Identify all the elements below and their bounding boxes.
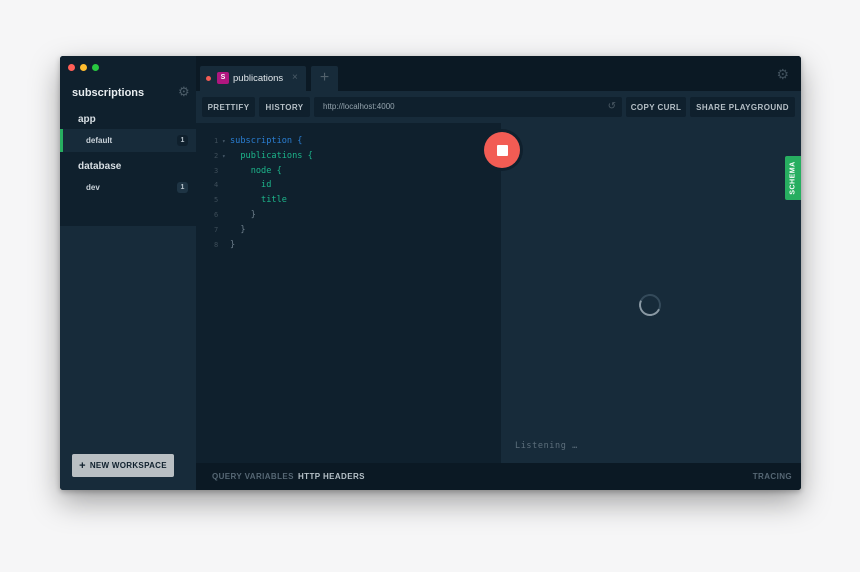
maximize-window-button[interactable] [92,64,99,71]
code-text: title [261,195,287,206]
code-line: 6 } [214,209,256,220]
code-line: 8} [214,239,236,250]
code-line: 1 ▾ subscription { [214,136,303,146]
new-workspace-button[interactable]: + NEW WORKSPACE [72,454,174,477]
gear-icon[interactable]: ⚙ [178,85,190,98]
tracing-tab[interactable]: TRACING [753,472,792,481]
sidebar-item-default[interactable]: default 1 [60,129,196,152]
http-headers-tab[interactable]: HTTP HEADERS [298,472,365,481]
sidebar: subscriptions ⚙ app default 1 database d… [60,56,196,490]
code-line: 2 ▾ publications { [214,150,313,161]
code-line: 7 } [214,224,246,235]
loading-spinner-icon [635,290,665,320]
tab-publications[interactable]: S publications × [200,66,306,91]
code-text: } [230,239,236,250]
project-app[interactable]: app [78,114,96,125]
query-variables-tab[interactable]: QUERY VARIABLES [212,472,294,481]
bottom-bar: QUERY VARIABLES HTTP HEADERS TRACING [196,463,801,490]
schema-tab[interactable]: SCHEMA [785,156,801,200]
stage-count-badge: 1 [177,182,188,193]
endpoint-url-value: http://localhost:4000 [323,102,395,111]
stage-count-badge: 1 [177,135,188,146]
code-line: 4 id [214,180,272,191]
code-text: id [261,180,272,191]
fold-arrow-icon[interactable]: ▾ [222,153,230,160]
query-editor[interactable]: 1 ▾ subscription { 2 ▾ publications { 3 nod… [196,123,501,463]
playground-window: subscriptions ⚙ app default 1 database d… [60,56,801,490]
endpoint-url-input[interactable]: http://localhost:4000 ↺ [314,97,622,117]
reload-icon[interactable]: ↺ [608,97,616,117]
stop-subscription-button[interactable] [481,129,523,171]
project-database[interactable]: database [78,161,121,172]
code-text: publications { [240,150,313,161]
stage-label: dev [86,183,100,192]
tab-title: publications [233,73,284,84]
code-line: 5 title [214,195,287,206]
unsaved-status-dot [206,76,211,81]
toolbar: PRETTIFY HISTORY http://localhost:4000 ↺… [196,91,801,123]
stage-label: default [86,136,113,145]
window-controls [68,64,99,71]
history-button[interactable]: HISTORY [259,97,310,117]
main-area: S publications × + ⚙ PRETTIFY HISTORY ht… [196,56,801,490]
prettify-button[interactable]: PRETTIFY [202,97,255,117]
code-line: 3 node { [214,165,282,176]
close-icon[interactable]: × [292,72,298,83]
schema-label: SCHEMA [789,161,797,195]
subscription-badge: S [217,72,229,84]
workspace-title: subscriptions [72,87,145,99]
listening-status: Listening … [515,441,578,451]
close-window-button[interactable] [68,64,75,71]
stop-icon [496,144,508,156]
code-text: node { [250,165,282,176]
code-text: subscription { [230,136,303,146]
settings-gear-icon[interactable]: ⚙ [776,66,789,83]
share-playground-button[interactable]: SHARE PLAYGROUND [690,97,795,117]
fold-arrow-icon[interactable]: ▾ [222,138,230,145]
new-workspace-label: NEW WORKSPACE [89,461,167,470]
code-text: } [240,224,246,235]
sidebar-item-dev[interactable]: dev 1 [60,176,196,199]
code-lines: 1 ▾ subscription { 2 ▾ publications { 3 nod… [214,136,313,254]
tab-bar: S publications × + ⚙ [196,56,801,91]
plus-icon: + [79,459,86,472]
add-tab-button[interactable]: + [311,66,338,91]
copy-curl-button[interactable]: COPY CURL [626,97,686,117]
result-pane: SCHEMA Listening … [501,123,801,463]
minimize-window-button[interactable] [80,64,87,71]
code-text: } [250,209,256,220]
